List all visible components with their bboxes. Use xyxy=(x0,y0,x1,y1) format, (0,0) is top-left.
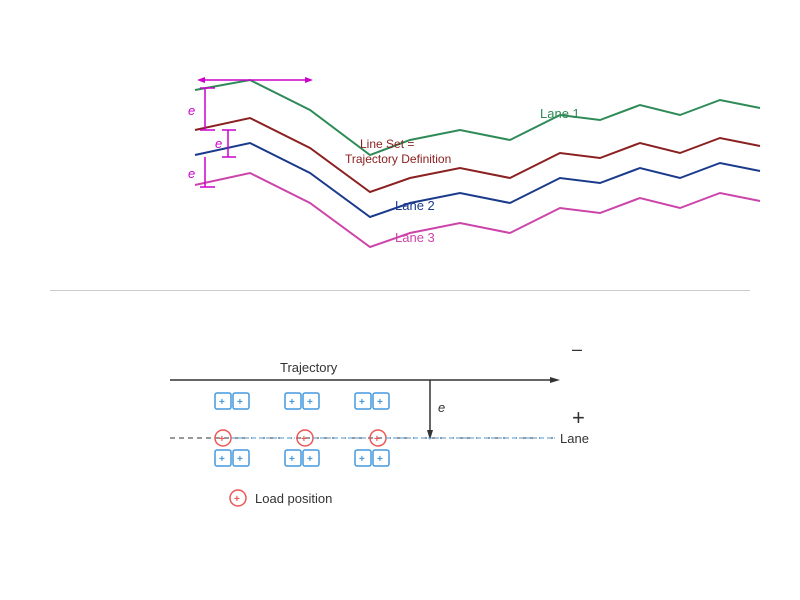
svg-text:+: + xyxy=(307,397,313,408)
svg-text:Trajectory: Trajectory xyxy=(280,360,338,375)
svg-text:+: + xyxy=(307,454,313,465)
bottom-diagram: – Trajectory e Lane + + + + + + + xyxy=(0,300,800,600)
top-diagram: e e e Lane 1 Line Set = Trajectory Defin… xyxy=(0,0,800,290)
svg-text:Load position: Load position xyxy=(255,491,332,506)
svg-text:+: + xyxy=(359,454,365,465)
svg-text:+: + xyxy=(289,397,295,408)
svg-text:+: + xyxy=(237,454,243,465)
svg-text:+: + xyxy=(219,397,225,408)
svg-text:Lane: Lane xyxy=(560,431,589,446)
svg-text:+: + xyxy=(359,397,365,408)
svg-text:+: + xyxy=(377,454,383,465)
svg-text:+: + xyxy=(234,494,240,505)
svg-text:+: + xyxy=(219,434,225,445)
svg-text:+: + xyxy=(572,405,585,430)
svg-text:Trajectory Definition: Trajectory Definition xyxy=(345,152,451,166)
svg-text:–: – xyxy=(572,339,582,359)
svg-text:e: e xyxy=(188,103,195,118)
svg-text:Line Set =: Line Set = xyxy=(360,137,414,151)
svg-text:e: e xyxy=(215,136,222,151)
svg-text:Lane 3: Lane 3 xyxy=(395,230,435,245)
svg-text:+: + xyxy=(289,454,295,465)
svg-text:+: + xyxy=(219,454,225,465)
svg-text:+: + xyxy=(374,434,380,445)
svg-text:Lane 1: Lane 1 xyxy=(540,106,580,121)
svg-text:+: + xyxy=(301,434,307,445)
svg-text:+: + xyxy=(377,397,383,408)
svg-text:Lane 2: Lane 2 xyxy=(395,198,435,213)
svg-text:e: e xyxy=(438,400,445,415)
svg-text:+: + xyxy=(237,397,243,408)
svg-text:e: e xyxy=(188,166,195,181)
section-divider xyxy=(50,290,750,291)
